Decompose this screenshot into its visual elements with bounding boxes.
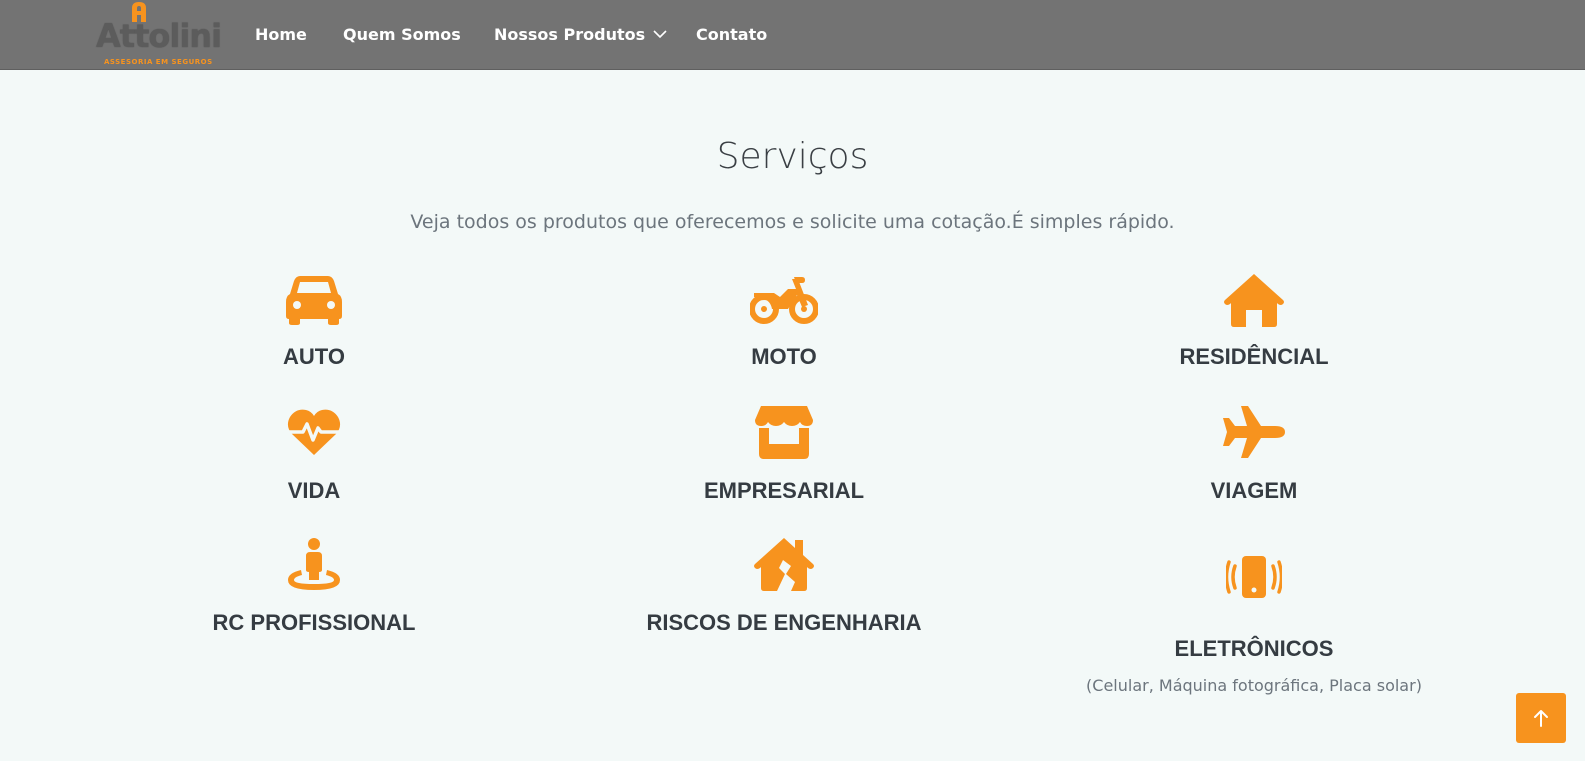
nav-quem-somos[interactable]: Quem Somos: [343, 0, 461, 68]
service-label: ELETRÔNICOS: [1174, 636, 1334, 661]
motorcycle-icon: [750, 277, 818, 324]
service-label: MOTO: [751, 344, 817, 369]
house-crack-icon: [754, 538, 814, 591]
service-rc-profissional[interactable]: RC PROFISSIONAL: [79, 536, 549, 635]
service-viagem[interactable]: VIAGEM: [1019, 404, 1489, 503]
logo-text: Attolini: [96, 17, 222, 55]
service-eletronicos[interactable]: ELETRÔNICOS (Celular, Máquina fotográfic…: [1019, 556, 1489, 695]
nav-nossos-produtos-label: Nossos Produtos: [494, 24, 646, 44]
logo[interactable]: Attolini ASSESORIA EM SEGUROS: [96, 0, 222, 68]
person-pin-icon: [288, 538, 340, 590]
chevron-down-icon: [653, 30, 667, 39]
service-label: VIAGEM: [1210, 478, 1298, 503]
car-icon: [286, 276, 342, 325]
service-vida[interactable]: VIDA: [79, 408, 549, 503]
service-auto[interactable]: AUTO: [79, 272, 549, 369]
service-empresarial[interactable]: EMPRESARIAL: [549, 404, 1019, 503]
house-icon: [1224, 274, 1284, 327]
service-label: RESIDÊNCIAL: [1179, 344, 1329, 369]
nav-contato[interactable]: Contato: [696, 0, 767, 68]
nav-home[interactable]: Home: [255, 0, 307, 68]
nav-nossos-produtos[interactable]: Nossos Produtos: [494, 0, 667, 68]
logo-tagline: ASSESORIA EM SEGUROS: [104, 58, 213, 66]
service-riscos-engenharia[interactable]: RISCOS DE ENGENHARIA: [549, 536, 1019, 635]
service-label: RC PROFISSIONAL: [212, 610, 416, 635]
section-title: Serviços: [716, 136, 869, 177]
service-residencial[interactable]: RESIDÊNCIAL: [1019, 272, 1489, 369]
service-note: (Celular, Máquina fotográfica, Placa sol…: [1086, 676, 1422, 695]
service-label: EMPRESARIAL: [703, 478, 865, 503]
vibrating-phone-icon: [1226, 556, 1282, 598]
scroll-to-top-button[interactable]: [1516, 693, 1566, 743]
arrow-up-icon: [1534, 710, 1548, 727]
service-label: AUTO: [283, 344, 345, 369]
service-label: VIDA: [287, 478, 341, 503]
heart-pulse-icon: [287, 409, 341, 455]
service-moto[interactable]: MOTO: [549, 275, 1019, 369]
section-subtitle: Veja todos os produtos que oferecemos e …: [410, 211, 1175, 233]
airplane-icon: [1223, 406, 1285, 458]
top-navbar: Attolini ASSESORIA EM SEGUROS Home Quem …: [0, 0, 1585, 70]
shop-icon: [755, 406, 813, 459]
service-label: RISCOS DE ENGENHARIA: [646, 610, 922, 635]
